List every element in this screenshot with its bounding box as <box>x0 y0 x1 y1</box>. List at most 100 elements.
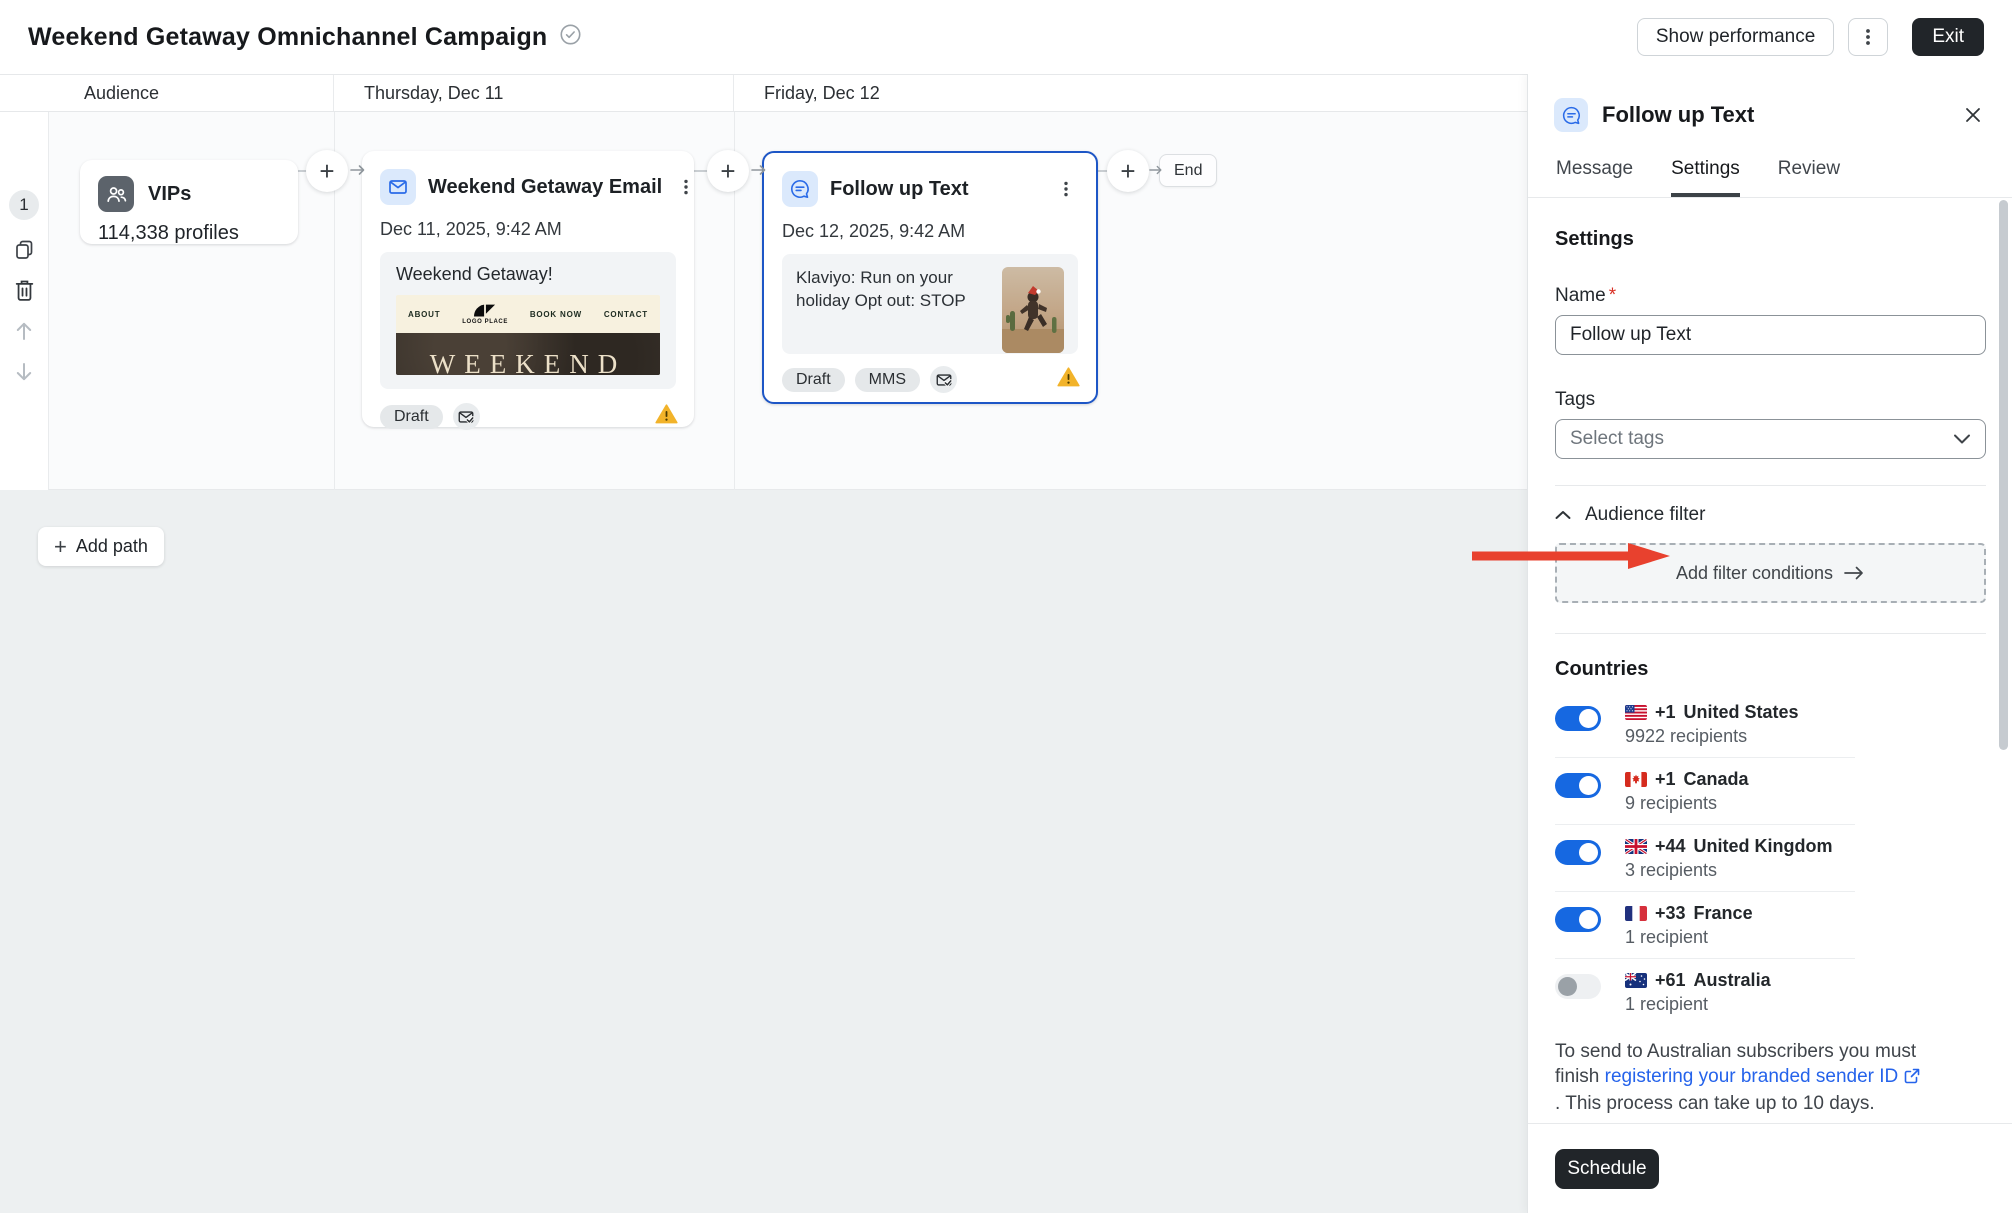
timeline-column-headers: Audience Thursday, Dec 11 Friday, Dec 12 <box>0 74 1527 112</box>
add-step-button[interactable]: + <box>707 150 749 192</box>
divider <box>1555 633 1986 634</box>
audience-filter-label: Audience filter <box>1585 504 1705 526</box>
tab-settings[interactable]: Settings <box>1671 158 1740 197</box>
duplicate-path-icon[interactable] <box>12 237 36 261</box>
panel-footer: Schedule <box>1528 1123 2012 1213</box>
sms-send-datetime: Dec 12, 2025, 9:42 AM <box>764 207 1096 242</box>
arrow-right-icon <box>1843 565 1865 581</box>
campaign-canvas: 1 VIPs 114,338 <box>0 112 1527 1213</box>
uk-flag-icon <box>1625 839 1647 854</box>
name-input[interactable] <box>1555 315 1986 355</box>
toggle-france[interactable] <box>1555 907 1601 932</box>
external-link-icon <box>1904 1066 1920 1091</box>
panel-header: Follow up Text <box>1528 74 2012 132</box>
required-asterisk: * <box>1609 285 1616 306</box>
close-panel-button[interactable] <box>1960 102 1986 128</box>
email-template-thumbnail: ABOUT LOGO PLACE BOOK NOW CONTACT WEEKEN… <box>396 295 660 375</box>
column-header-thursday: Thursday, Dec 11 <box>334 75 734 111</box>
sms-card-title: Follow up Text <box>830 178 1042 201</box>
flow-arrow-icon <box>751 163 767 182</box>
toggle-united-kingdom[interactable] <box>1555 840 1601 865</box>
close-icon <box>1963 105 1983 125</box>
add-step-button[interactable]: + <box>1107 150 1149 192</box>
sms-card-menu-button[interactable] <box>1054 177 1078 201</box>
mock-nav-about: ABOUT <box>408 310 440 319</box>
email-send-datetime: Dec 11, 2025, 9:42 AM <box>362 205 694 240</box>
email-delivery-icon <box>453 403 480 430</box>
chat-bubble-icon <box>1554 98 1588 132</box>
tab-review[interactable]: Review <box>1778 158 1840 197</box>
plus-icon: + <box>54 536 67 558</box>
column-header-friday: Friday, Dec 12 <box>734 75 1527 111</box>
email-card-title: Weekend Getaway Email <box>428 176 662 199</box>
column-header-audience: Audience <box>0 75 334 111</box>
us-flag-icon <box>1625 705 1647 720</box>
email-subject: Weekend Getaway! <box>380 252 676 295</box>
tab-message[interactable]: Message <box>1556 158 1633 197</box>
audience-filter-header[interactable]: Audience filter <box>1555 504 1986 526</box>
add-path-button[interactable]: + Add path <box>38 527 164 566</box>
countries-heading: Countries <box>1555 658 1986 681</box>
title-wrap: Weekend Getaway Omnichannel Campaign <box>28 23 582 52</box>
add-path-label: Add path <box>76 536 148 557</box>
flow-arrow-icon <box>1149 163 1163 182</box>
email-message-card[interactable]: Weekend Getaway Email Dec 11, 2025, 9:42… <box>362 151 694 427</box>
recipient-count: 3 recipients <box>1625 860 1833 881</box>
exit-button[interactable]: Exit <box>1912 18 1984 56</box>
country-row-united-kingdom: +44 United Kingdom 3 recipients <box>1555 825 1855 892</box>
verified-check-icon <box>559 23 582 51</box>
recipient-count: 1 recipient <box>1625 927 1753 948</box>
australia-sender-note: To send to Australian subscribers you mu… <box>1555 1039 1923 1116</box>
tags-placeholder: Select tags <box>1570 428 1664 450</box>
toggle-australia[interactable] <box>1555 974 1601 999</box>
branded-sender-link[interactable]: registering your branded sender ID <box>1605 1066 1899 1087</box>
more-options-button[interactable] <box>1848 18 1888 56</box>
panel-scrollbar[interactable] <box>1999 200 2008 750</box>
delete-path-icon[interactable] <box>12 278 36 302</box>
country-row-united-states: +1 United States 9922 recipients <box>1555 691 1855 758</box>
add-filter-conditions-button[interactable]: Add filter conditions <box>1555 543 1986 603</box>
chat-bubble-icon <box>782 171 818 207</box>
toggle-united-states[interactable] <box>1555 706 1601 731</box>
divider <box>1555 485 1986 486</box>
sms-delivery-icon <box>930 366 957 393</box>
top-bar: Weekend Getaway Omnichannel Campaign Sho… <box>0 0 2012 74</box>
country-row-australia: +61 Australia 1 recipient <box>1555 959 1855 1025</box>
email-preview: Weekend Getaway! ABOUT LOGO PLACE BOOK N… <box>380 252 676 389</box>
chevron-down-icon <box>1953 433 1971 445</box>
campaign-builder-app: Weekend Getaway Omnichannel Campaign Sho… <box>0 0 2012 1213</box>
audience-card-vips[interactable]: VIPs 114,338 profiles <box>80 160 298 244</box>
panel-tabs: Message Settings Review <box>1528 132 2012 198</box>
audience-people-icon <box>98 176 134 212</box>
tags-label: Tags <box>1555 389 1986 411</box>
show-performance-button[interactable]: Show performance <box>1637 18 1834 56</box>
sms-warning-icon <box>1057 367 1080 392</box>
sms-status-badge: Draft <box>782 368 845 392</box>
france-flag-icon <box>1625 906 1647 921</box>
kebab-icon <box>1858 27 1878 47</box>
toggle-canada[interactable] <box>1555 773 1601 798</box>
mms-image-thumbnail <box>1002 267 1064 353</box>
kebab-icon <box>1057 180 1075 198</box>
tags-select[interactable]: Select tags <box>1555 419 1986 459</box>
add-step-button[interactable]: + <box>306 150 348 192</box>
panel-body: Settings Name* Tags Select tags Audience… <box>1528 200 2012 1123</box>
audience-card-title: VIPs <box>148 183 280 206</box>
recipient-count: 9 recipients <box>1625 793 1749 814</box>
topbar-actions: Show performance Exit <box>1637 18 1984 56</box>
move-path-down-icon[interactable] <box>12 360 36 384</box>
move-path-up-icon[interactable] <box>12 319 36 343</box>
name-label: Name* <box>1555 285 1986 307</box>
email-icon <box>380 169 416 205</box>
path-toolbar: 1 <box>0 112 49 490</box>
logo-mark-icon <box>474 304 496 318</box>
email-hero-text: WEEKEND <box>430 351 626 375</box>
country-row-france: +33 France 1 recipient <box>1555 892 1855 959</box>
panel-title: Follow up Text <box>1602 102 1946 128</box>
schedule-button[interactable]: Schedule <box>1555 1149 1659 1189</box>
sms-message-card-selected[interactable]: Follow up Text Dec 12, 2025, 9:42 AM Kla… <box>762 151 1098 404</box>
recipient-count: 9922 recipients <box>1625 726 1799 747</box>
flow-arrow-icon <box>350 163 366 182</box>
email-card-menu-button[interactable] <box>674 175 698 199</box>
mock-nav-book-now: BOOK NOW <box>530 310 582 319</box>
